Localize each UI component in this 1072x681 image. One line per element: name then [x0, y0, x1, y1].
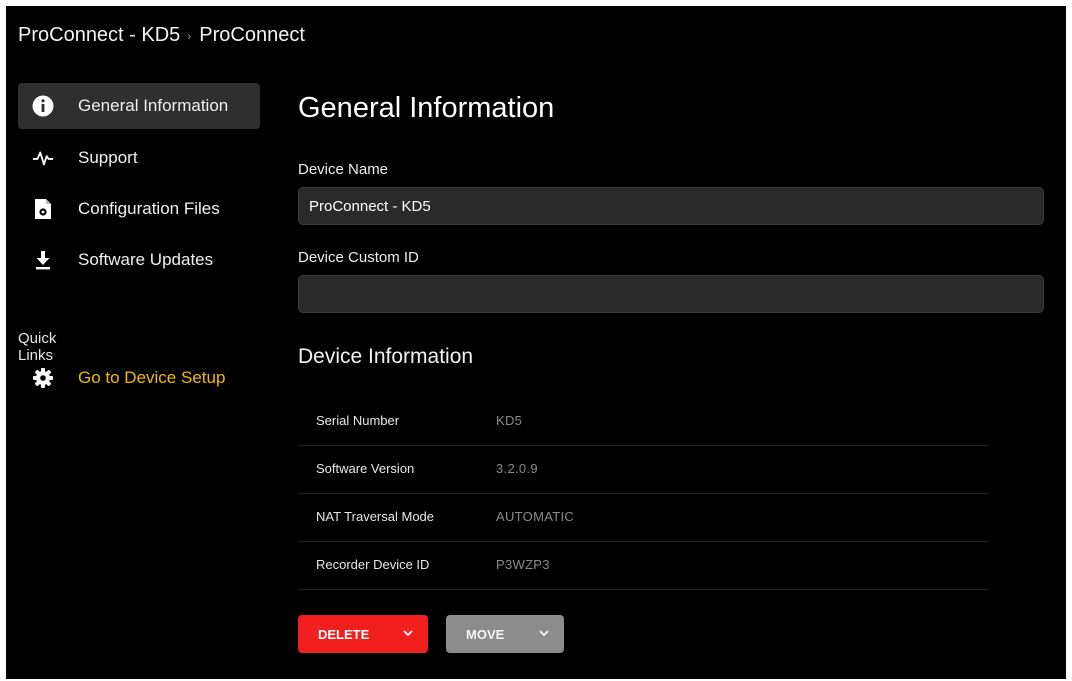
page-title: General Information [298, 92, 555, 124]
sidebar-item-general-information[interactable]: General Information [18, 83, 260, 129]
breadcrumb-current: ProConnect [199, 24, 305, 46]
sidebar-item-support[interactable]: Support [18, 135, 260, 181]
download-icon [32, 249, 54, 271]
breadcrumb: ProConnect - KD5 › ProConnect [18, 24, 305, 47]
quick-link-label: Go to Device Setup [78, 368, 226, 387]
table-row: Serial Number KD5 [298, 398, 988, 446]
table-row: Recorder Device ID P3WZP3 [298, 542, 988, 590]
recorder-device-id-value: P3WZP3 [496, 557, 550, 572]
move-button-label: MOVE [466, 626, 505, 642]
software-version-label: Software Version [316, 461, 415, 476]
table-row: NAT Traversal Mode AUTOMATIC [298, 494, 988, 542]
serial-number-label: Serial Number [316, 413, 400, 428]
app-window: ProConnect - KD5 › ProConnect General In… [6, 6, 1066, 679]
chevron-down-icon [538, 627, 550, 642]
device-custom-id-label: Device Custom ID [298, 249, 419, 266]
sidebar-item-software-updates[interactable]: Software Updates [18, 237, 260, 283]
gear-icon [32, 367, 54, 389]
info-icon [32, 95, 54, 117]
serial-number-value: KD5 [496, 413, 523, 428]
sidebar-item-label: Configuration Files [78, 199, 220, 218]
nat-traversal-mode-value: AUTOMATIC [496, 509, 575, 524]
chevron-down-icon [402, 627, 414, 642]
chevron-right-icon: › [187, 28, 192, 43]
device-name-field[interactable] [298, 187, 1044, 225]
sidebar-item-label: Software Updates [78, 250, 214, 269]
pulse-icon [32, 147, 54, 169]
nat-traversal-mode-label: NAT Traversal Mode [316, 509, 435, 524]
breadcrumb-device[interactable]: ProConnect - KD5 [18, 24, 180, 47]
device-custom-id-field[interactable] [298, 275, 1044, 313]
recorder-device-id-label: Recorder Device ID [316, 557, 430, 572]
device-name-label: Device Name [298, 161, 389, 178]
device-info-table: Serial Number KD5 Software Version 3.2.0… [298, 398, 988, 590]
config-file-icon [32, 198, 54, 220]
software-version-value: 3.2.0.9 [496, 461, 538, 476]
delete-button-label: DELETE [318, 626, 370, 642]
sidebar-item-label: Support [78, 148, 138, 167]
go-to-device-setup-link[interactable]: Go to Device Setup [18, 355, 260, 401]
delete-button[interactable]: DELETE [298, 615, 428, 653]
table-row: Software Version 3.2.0.9 [298, 446, 988, 494]
sidebar-item-configuration-files[interactable]: Configuration Files [18, 186, 260, 232]
sidebar-item-label: General Information [78, 96, 229, 115]
move-button[interactable]: MOVE [446, 615, 564, 653]
device-information-heading: Device Information [298, 345, 474, 368]
